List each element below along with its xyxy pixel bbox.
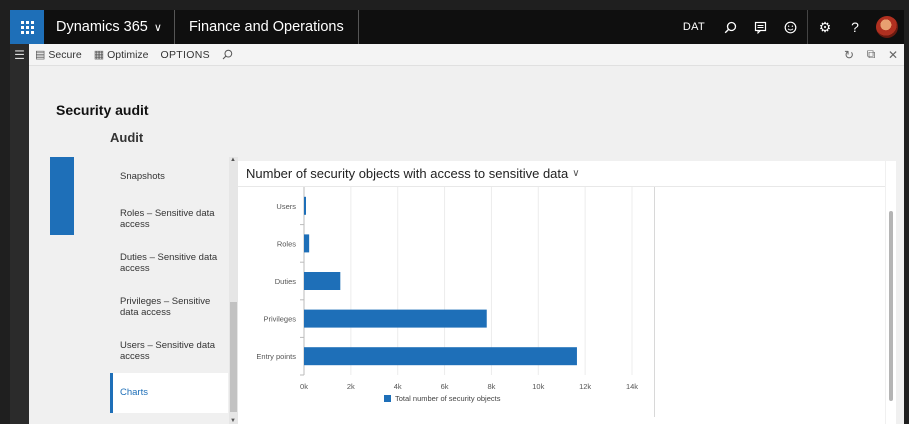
message-icon[interactable] [745, 10, 775, 44]
scrollbar-thumb[interactable] [230, 302, 237, 412]
y-category-label: Users [276, 202, 296, 211]
x-tick-label: 14k [626, 382, 638, 391]
page-title: Security audit [56, 102, 149, 118]
close-icon[interactable]: ✕ [882, 48, 904, 62]
chevron-down-icon: ∨ [572, 168, 580, 179]
tab-users-sensitive-data-access[interactable]: Users – Sensitive data access [110, 329, 228, 373]
bar-users[interactable] [304, 196, 306, 215]
brand-name: Dynamics 365 [56, 19, 148, 35]
y-category-label: Duties [275, 277, 297, 286]
optimize-button[interactable]: ▦ Optimize [88, 44, 155, 66]
search-icon [222, 49, 233, 60]
user-photo [876, 16, 898, 38]
x-tick-label: 12k [579, 382, 591, 391]
top-bar: Dynamics 365 ∨ Finance and Operations DA… [10, 10, 904, 44]
chevron-down-icon: ∨ [153, 21, 162, 34]
vertical-tab-list: Snapshots Roles – Sensitive data access … [110, 157, 228, 424]
y-category-label: Privileges [263, 315, 296, 324]
summary-tile[interactable] [50, 157, 74, 235]
module-name[interactable]: Finance and Operations [175, 10, 359, 44]
action-search-button[interactable] [216, 44, 239, 66]
optimize-label: Optimize [107, 48, 149, 61]
workspace-content: Security audit Audit Snapshots Roles – S… [29, 66, 904, 424]
window-controls: ↻ ⧉ ✕ [838, 47, 904, 62]
y-category-label: Entry points [256, 352, 296, 361]
scroll-down-icon[interactable]: ▼ [230, 418, 236, 424]
open-in-new-window-icon[interactable]: ⧉ [860, 47, 882, 62]
bar-duties[interactable] [304, 272, 341, 290]
app-launcher-button[interactable] [10, 10, 44, 44]
options-tab[interactable]: OPTIONS [155, 44, 216, 66]
refresh-icon[interactable]: ↻ [838, 48, 860, 62]
avatar[interactable] [870, 10, 904, 44]
scrollbar-thumb[interactable] [889, 211, 893, 401]
chart-selector[interactable]: Number of security objects with access t… [238, 161, 885, 187]
x-tick-label: 8k [487, 382, 495, 391]
x-tick-label: 6k [441, 382, 449, 391]
secure-label: Secure [48, 48, 82, 61]
section-title: Audit [110, 130, 144, 145]
tab-list-scrollbar[interactable]: ▲ ▼ [229, 157, 238, 424]
legend-swatch [384, 395, 391, 402]
y-category-label: Roles [277, 239, 296, 248]
tab-duties-sensitive-data-access[interactable]: Duties – Sensitive data access [110, 241, 228, 285]
tab-charts[interactable]: Charts [110, 373, 228, 413]
window-frame: Dynamics 365 ∨ Finance and Operations DA… [0, 0, 909, 424]
bar-privileges[interactable] [304, 309, 487, 328]
secure-button[interactable]: ▤ Secure [29, 44, 88, 66]
chart-title: Number of security objects with access t… [246, 166, 569, 181]
help-icon[interactable]: ? [840, 10, 870, 44]
app-window: Dynamics 365 ∨ Finance and Operations DA… [10, 10, 904, 424]
legend-label: Total number of security objects [395, 394, 501, 403]
x-tick-label: 2k [347, 382, 355, 391]
chart-area: 0k 2k 4k 6k 8k 10k 12k 14k Users Roles Duties Privi… [248, 187, 655, 417]
scroll-up-icon[interactable]: ▲ [230, 157, 236, 163]
x-tick-label: 4k [394, 382, 402, 391]
chart-detail-pane [655, 187, 885, 417]
action-pane: ▤ Secure ▦ Optimize OPTIONS ↻ ⧉ ✕ [29, 44, 904, 66]
bar-chart: 0k 2k 4k 6k 8k 10k 12k 14k Users Roles Duties Privi… [256, 187, 638, 403]
secure-icon: ▤ [35, 49, 46, 61]
optimize-icon: ▦ [93, 49, 105, 61]
navigation-pane: ☰ [10, 44, 29, 424]
chart-panel: Number of security objects with access t… [238, 161, 885, 424]
waffle-icon [20, 20, 34, 34]
tab-roles-sensitive-data-access[interactable]: Roles – Sensitive data access [110, 197, 228, 241]
bar-roles[interactable] [304, 234, 310, 253]
chart-scrollbar[interactable] [886, 161, 896, 424]
x-tick-label: 0k [300, 382, 308, 391]
gear-icon[interactable]: ⚙ [810, 10, 840, 44]
search-icon[interactable] [715, 10, 745, 44]
x-tick-label: 10k [532, 382, 544, 391]
top-bar-actions: DAT ⚙ ? [673, 10, 904, 44]
divider [807, 10, 808, 44]
bar-entry-points[interactable] [304, 347, 577, 366]
hamburger-menu-icon[interactable]: ☰ [10, 44, 29, 66]
tab-snapshots[interactable]: Snapshots [110, 157, 228, 197]
feedback-smiley-icon[interactable] [775, 10, 805, 44]
company-picker[interactable]: DAT [673, 21, 715, 33]
product-switcher[interactable]: Dynamics 365 ∨ [44, 10, 175, 44]
tab-privileges-sensitive-data-access[interactable]: Privileges – Sensitive data access [110, 285, 228, 329]
